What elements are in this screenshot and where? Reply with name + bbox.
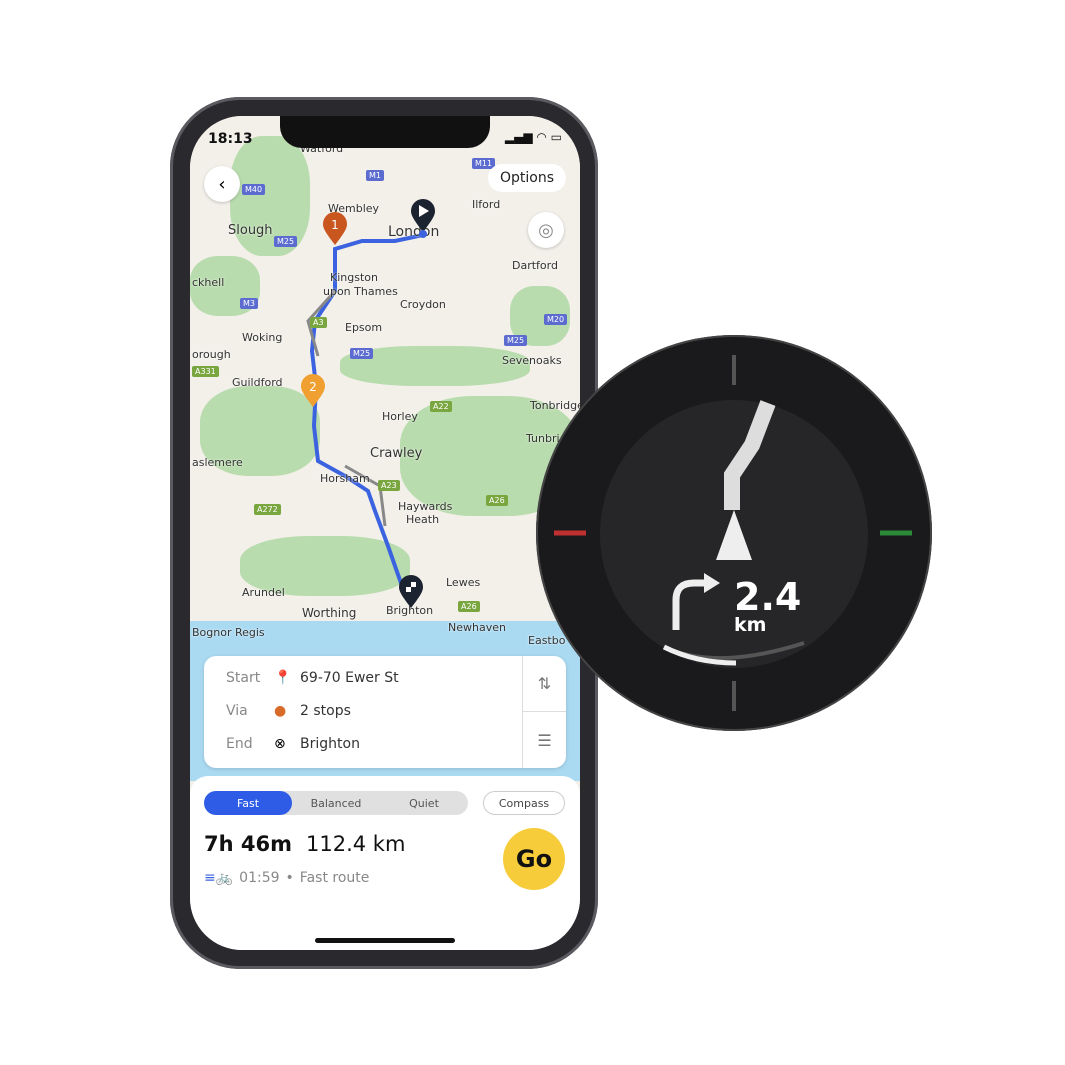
locate-button[interactable]: ◎ — [528, 212, 564, 248]
start-row[interactable]: Start 📍 69-70 Ewer St — [226, 670, 399, 686]
road-badge: A26 — [458, 601, 480, 612]
phone-screen: Watford Wembley Slough London Ilford Dar… — [190, 116, 580, 950]
status-time: 18:13 — [208, 131, 253, 147]
turn-distance-unit: km — [734, 614, 767, 636]
device-graphics — [554, 355, 912, 711]
crosshair-icon: ◎ — [538, 219, 554, 241]
via-pins-icon: ● — [274, 703, 287, 719]
place-label: Lewes — [446, 576, 481, 589]
road-badge: M3 — [240, 298, 258, 309]
mode-fast[interactable]: Fast — [204, 791, 292, 815]
road-badge: M25 — [274, 236, 298, 247]
end-row[interactable]: End ⊗ Brighton — [226, 736, 360, 752]
place-label: ckhell — [192, 276, 225, 289]
go-button[interactable]: Go — [503, 828, 565, 890]
place-label: Croydon — [400, 298, 446, 311]
end-marker[interactable] — [398, 574, 424, 610]
home-indicator — [315, 938, 455, 943]
compass-button[interactable]: Compass — [483, 791, 565, 815]
path-icon — [724, 400, 776, 510]
mode-quiet[interactable]: Quiet — [380, 791, 468, 815]
place-label: Kingston — [330, 271, 378, 284]
svg-text:2: 2 — [309, 380, 317, 394]
start-pin-icon: 📍 — [274, 670, 292, 686]
map[interactable]: Watford Wembley Slough London Ilford Dar… — [190, 116, 580, 781]
duration: 7h 46m — [204, 832, 292, 856]
place-label: Woking — [242, 331, 283, 344]
turn-distance: 2.4 — [734, 575, 802, 619]
notch — [280, 116, 490, 148]
place-label: Dartford — [512, 259, 558, 272]
place-label: Arundel — [242, 586, 285, 599]
road-badge: A23 — [378, 480, 400, 491]
road-badge: M25 — [350, 348, 374, 359]
place-label: Epsom — [345, 321, 383, 334]
place-label: Newhaven — [448, 621, 506, 634]
turn-right-icon — [672, 579, 708, 630]
road-badge: M25 — [504, 335, 528, 346]
road-badge: M1 — [366, 170, 384, 181]
heading-arrow-icon — [716, 510, 752, 560]
svg-text:1: 1 — [331, 218, 339, 232]
route-card: Start 📍 69-70 Ewer St Via ● 2 stops End ⊗ Brig… — [204, 656, 566, 768]
place-label: Slough — [228, 223, 273, 238]
status-icons: ▂▄▆ ◠ ▭ — [504, 130, 562, 144]
road-badge: M20 — [544, 314, 568, 325]
via-row[interactable]: Via ● 2 stops — [226, 703, 351, 719]
stop-1-marker[interactable]: 1 — [322, 212, 348, 246]
place-label: Bognor Regis — [192, 626, 265, 639]
place-label: Ilford — [472, 198, 501, 211]
place-label: Horley — [382, 410, 418, 423]
road-badge: M40 — [242, 184, 266, 195]
place-label: orough — [192, 348, 231, 361]
place-label: upon Thames — [323, 285, 398, 298]
place-label: aslemere — [192, 456, 243, 469]
eta: 01:59 — [239, 870, 280, 886]
stop-2-marker[interactable]: 2 — [300, 374, 326, 408]
route-sheet: Fast Balanced Quiet Compass 7h 46m 112.4 … — [190, 776, 580, 950]
place-label: Haywards — [398, 500, 453, 513]
road-badge: A331 — [192, 366, 219, 377]
place-label: Worthing — [302, 606, 357, 620]
options-button[interactable]: Options — [487, 164, 566, 192]
distance: 112.4 km — [305, 832, 406, 856]
place-label: Guildford — [232, 376, 283, 389]
route-mode-selector: Fast Balanced Quiet — [204, 791, 468, 815]
place-label: Heath — [406, 513, 440, 526]
road-badge: A3 — [310, 317, 327, 328]
list-add-icon: ☰ — [537, 730, 552, 750]
place-label: Crawley — [370, 446, 423, 461]
road-badge: A26 — [486, 495, 508, 506]
bike-fast-icon: ≡🚲 — [204, 870, 234, 886]
road-badge: A22 — [430, 401, 452, 412]
road-badge: A272 — [254, 504, 281, 515]
mode-balanced[interactable]: Balanced — [292, 791, 380, 815]
end-pin-icon: ⊗ — [274, 736, 286, 752]
chevron-left-icon: ‹ — [218, 173, 226, 195]
place-label: Horsham — [320, 472, 370, 485]
route-type: Fast route — [299, 870, 370, 886]
back-button[interactable]: ‹ — [204, 166, 240, 202]
start-marker[interactable] — [410, 198, 436, 238]
